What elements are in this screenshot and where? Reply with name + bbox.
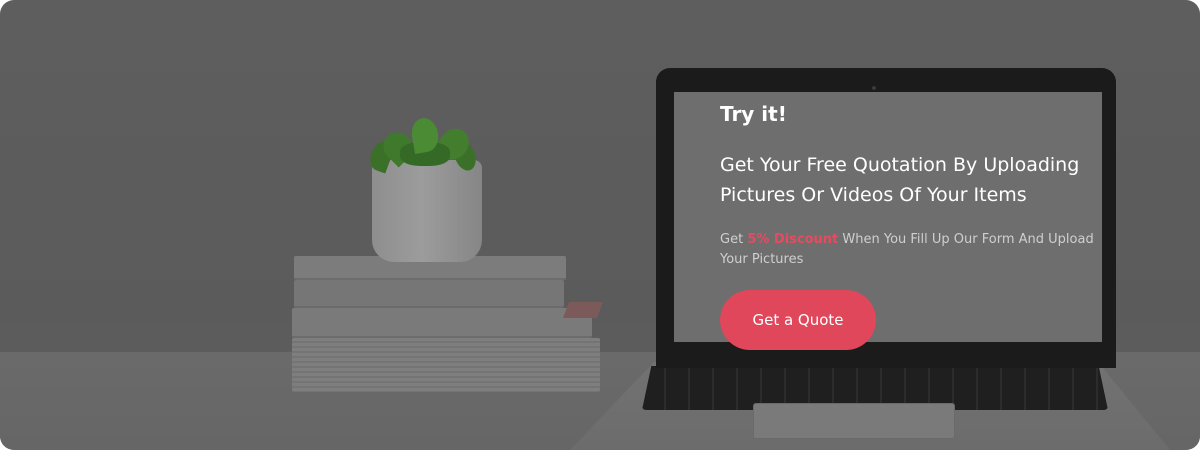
subtext-before: Get bbox=[720, 232, 748, 247]
eyebrow-text: Try it! bbox=[720, 102, 787, 126]
subtext: Get 5% Discount When You Fill Up Our For… bbox=[720, 230, 1120, 270]
discount-highlight: 5% Discount bbox=[747, 232, 839, 247]
page-title: Get Your Free Quotation By Uploading Pic… bbox=[720, 154, 1080, 206]
get-quote-button[interactable]: Get a Quote bbox=[720, 290, 876, 350]
overlay bbox=[0, 0, 1200, 450]
quote-banner: Try it! Get Your Free Quotation By Uploa… bbox=[0, 0, 1200, 450]
